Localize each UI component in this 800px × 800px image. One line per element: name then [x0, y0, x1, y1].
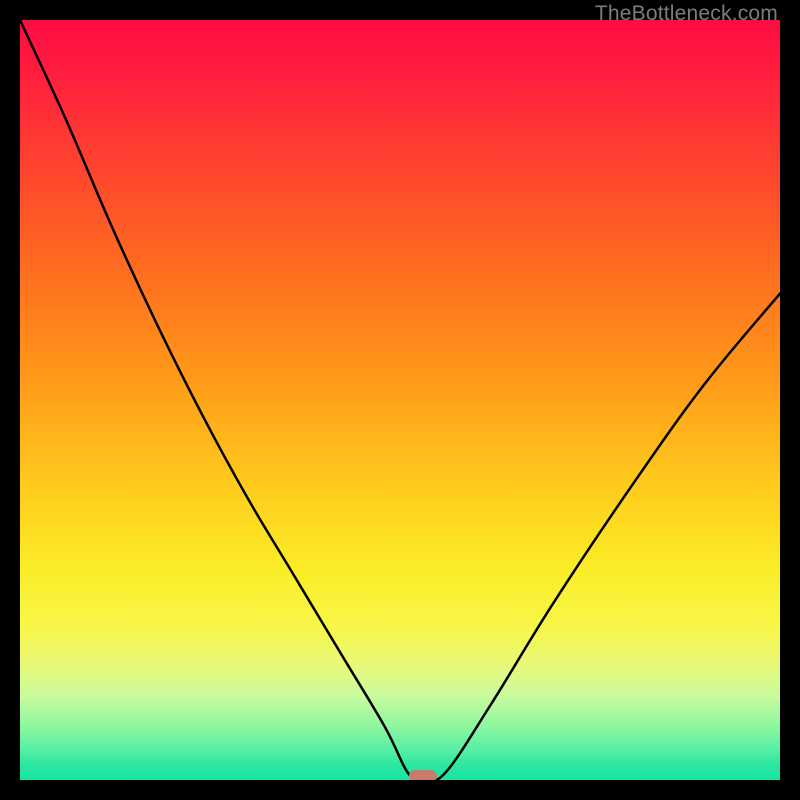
chart-frame: TheBottleneck.com — [0, 0, 800, 800]
curve-svg — [20, 20, 780, 780]
plot-area — [20, 20, 780, 780]
optimum-marker — [409, 770, 437, 780]
bottleneck-curve — [20, 20, 780, 780]
